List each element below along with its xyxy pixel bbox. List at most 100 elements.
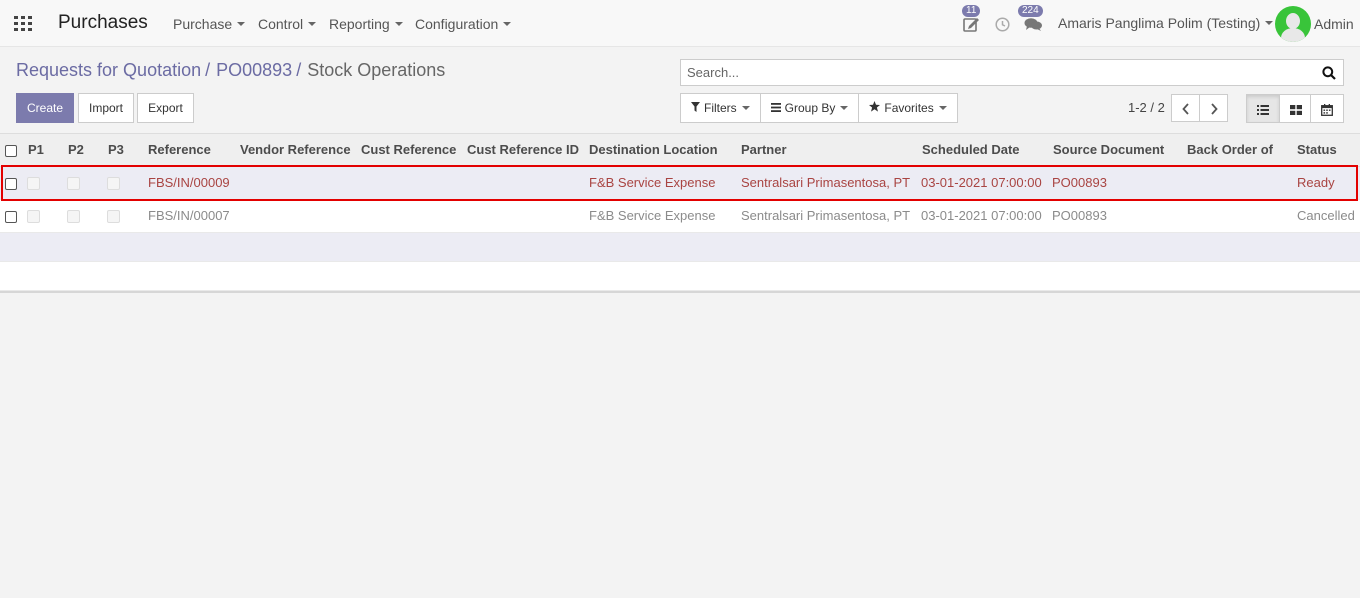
caret-down-icon xyxy=(237,22,246,27)
column-header-p3[interactable]: P3 xyxy=(105,134,145,167)
user-avatar[interactable] xyxy=(1275,6,1311,42)
p2-checkbox xyxy=(67,177,80,191)
cell-scheduled-date: 03-01-2021 07:00:00 xyxy=(919,199,1050,233)
column-header-cust-reference-id[interactable]: Cust Reference ID xyxy=(464,134,586,167)
breadcrumb: Requests for Quotation / PO00893/Stock Ope… xyxy=(16,60,446,80)
list-table: P1 P2 P3 Reference Vendor Reference Cust… xyxy=(0,134,1360,291)
caret-down-icon xyxy=(503,22,512,27)
column-header-partner[interactable]: Partner xyxy=(738,134,919,167)
breadcrumb-current: Stock Operations xyxy=(307,60,446,80)
clock-icon[interactable] xyxy=(995,17,1010,35)
table-row[interactable]: FBS/IN/00009 F&B Service Expense Sentral… xyxy=(0,166,1360,200)
cell-source-document: PO00893 xyxy=(1050,166,1184,200)
cell-reference: FBS/IN/00009 xyxy=(145,166,237,200)
search-input[interactable] xyxy=(681,60,1301,85)
cell-source-document: PO00893 xyxy=(1050,199,1184,233)
top-navbar: Purchases Purchase Control Reporting Con… xyxy=(0,0,1360,47)
export-button[interactable]: Export xyxy=(137,93,194,123)
select-all-checkbox[interactable] xyxy=(5,144,17,157)
cell-cust-reference xyxy=(358,199,464,233)
list-view-button[interactable] xyxy=(1246,94,1280,123)
pager-next-button[interactable] xyxy=(1199,94,1228,122)
p2-checkbox xyxy=(67,210,80,224)
row-checkbox[interactable] xyxy=(5,177,17,190)
filters-button[interactable]: Filters xyxy=(680,93,761,123)
search-options: Filters Group By Favorites xyxy=(680,93,958,123)
column-header-cust-reference[interactable]: Cust Reference xyxy=(358,134,464,167)
messages-badge: 224 xyxy=(1018,5,1043,17)
p3-checkbox xyxy=(107,210,120,224)
apps-grid-icon[interactable] xyxy=(14,16,32,31)
calendar-view-button[interactable] xyxy=(1310,94,1344,123)
import-button[interactable]: Import xyxy=(78,93,134,123)
cell-reference: FBS/IN/00007 xyxy=(145,199,237,233)
caret-down-icon xyxy=(308,22,317,27)
column-header-scheduled-date[interactable]: Scheduled Date xyxy=(919,134,1050,167)
column-header-source-document[interactable]: Source Document xyxy=(1050,134,1184,167)
row-checkbox[interactable] xyxy=(5,210,17,223)
p1-checkbox xyxy=(27,210,40,224)
cell-destination-location: F&B Service Expense xyxy=(586,166,738,200)
search-icon[interactable] xyxy=(1322,66,1336,80)
cell-vendor-reference xyxy=(237,166,358,200)
calendar-view-icon xyxy=(1321,103,1333,116)
column-header-p1[interactable]: P1 xyxy=(25,134,65,167)
group-by-button[interactable]: Group By xyxy=(759,93,860,123)
cell-cust-reference-id xyxy=(464,199,586,233)
cell-cust-reference xyxy=(358,166,464,200)
list-bars-icon xyxy=(770,95,781,123)
company-switcher[interactable]: Amaris Panglima Polim (Testing) xyxy=(1058,15,1274,31)
caret-down-icon xyxy=(840,105,849,110)
cell-back-order-of xyxy=(1184,166,1294,200)
menu-control[interactable]: Control xyxy=(258,16,317,32)
caret-down-icon xyxy=(938,105,947,110)
filter-icon xyxy=(691,95,700,123)
user-name[interactable]: Admin xyxy=(1314,16,1354,32)
column-header-destination-location[interactable]: Destination Location xyxy=(586,134,738,167)
stock-operations-list: P1 P2 P3 Reference Vendor Reference Cust… xyxy=(0,133,1360,293)
favorites-button[interactable]: Favorites xyxy=(858,93,958,123)
menu-reporting[interactable]: Reporting xyxy=(329,16,403,32)
search-box xyxy=(680,59,1344,86)
star-icon xyxy=(869,95,881,123)
app-title: Purchases xyxy=(58,12,148,33)
menu-purchase[interactable]: Purchase xyxy=(173,16,246,32)
cell-partner: Sentralsari Primasentosa, PT xyxy=(738,166,919,200)
chevron-right-icon xyxy=(1210,102,1218,115)
column-header-back-order-of[interactable]: Back Order of xyxy=(1184,134,1294,167)
cell-status: Ready xyxy=(1294,166,1360,200)
breadcrumb-po[interactable]: PO00893 xyxy=(216,60,292,80)
list-view-icon xyxy=(1257,104,1269,115)
cell-vendor-reference xyxy=(237,199,358,233)
cell-cust-reference-id xyxy=(464,166,586,200)
column-header-status[interactable]: Status xyxy=(1294,134,1360,167)
column-header-reference[interactable]: Reference xyxy=(145,134,237,167)
cell-scheduled-date: 03-01-2021 07:00:00 xyxy=(919,166,1050,200)
caret-down-icon xyxy=(741,105,750,110)
empty-row xyxy=(0,232,1360,262)
cell-status: Cancelled xyxy=(1294,199,1360,233)
table-header-row: P1 P2 P3 Reference Vendor Reference Cust… xyxy=(0,134,1360,167)
table-row[interactable]: FBS/IN/00007 F&B Service Expense Sentral… xyxy=(0,199,1360,233)
column-header-p2[interactable]: P2 xyxy=(65,134,105,167)
caret-down-icon xyxy=(1265,21,1274,26)
column-header-vendor-reference[interactable]: Vendor Reference xyxy=(237,134,358,167)
pager-previous-button[interactable] xyxy=(1171,94,1200,122)
cell-back-order-of xyxy=(1184,199,1294,233)
caret-down-icon xyxy=(394,22,403,27)
kanban-view-button[interactable] xyxy=(1279,94,1313,123)
activity-edit-icon[interactable] xyxy=(963,16,981,35)
chevron-left-icon xyxy=(1181,102,1189,115)
cell-destination-location: F&B Service Expense xyxy=(586,199,738,233)
cell-partner: Sentralsari Primasentosa, PT xyxy=(738,199,919,233)
activity-badge: 11 xyxy=(962,5,981,17)
create-button[interactable]: Create xyxy=(16,93,74,123)
pager-value[interactable]: 1-2 / 2 xyxy=(1128,100,1165,115)
p3-checkbox xyxy=(107,177,120,191)
menu-configuration[interactable]: Configuration xyxy=(415,16,512,32)
messages-icon[interactable] xyxy=(1024,17,1043,35)
p1-checkbox xyxy=(27,177,40,191)
empty-row xyxy=(0,261,1360,291)
breadcrumb-requests-for-quotation[interactable]: Requests for Quotation xyxy=(16,60,201,80)
kanban-view-icon xyxy=(1290,104,1302,115)
